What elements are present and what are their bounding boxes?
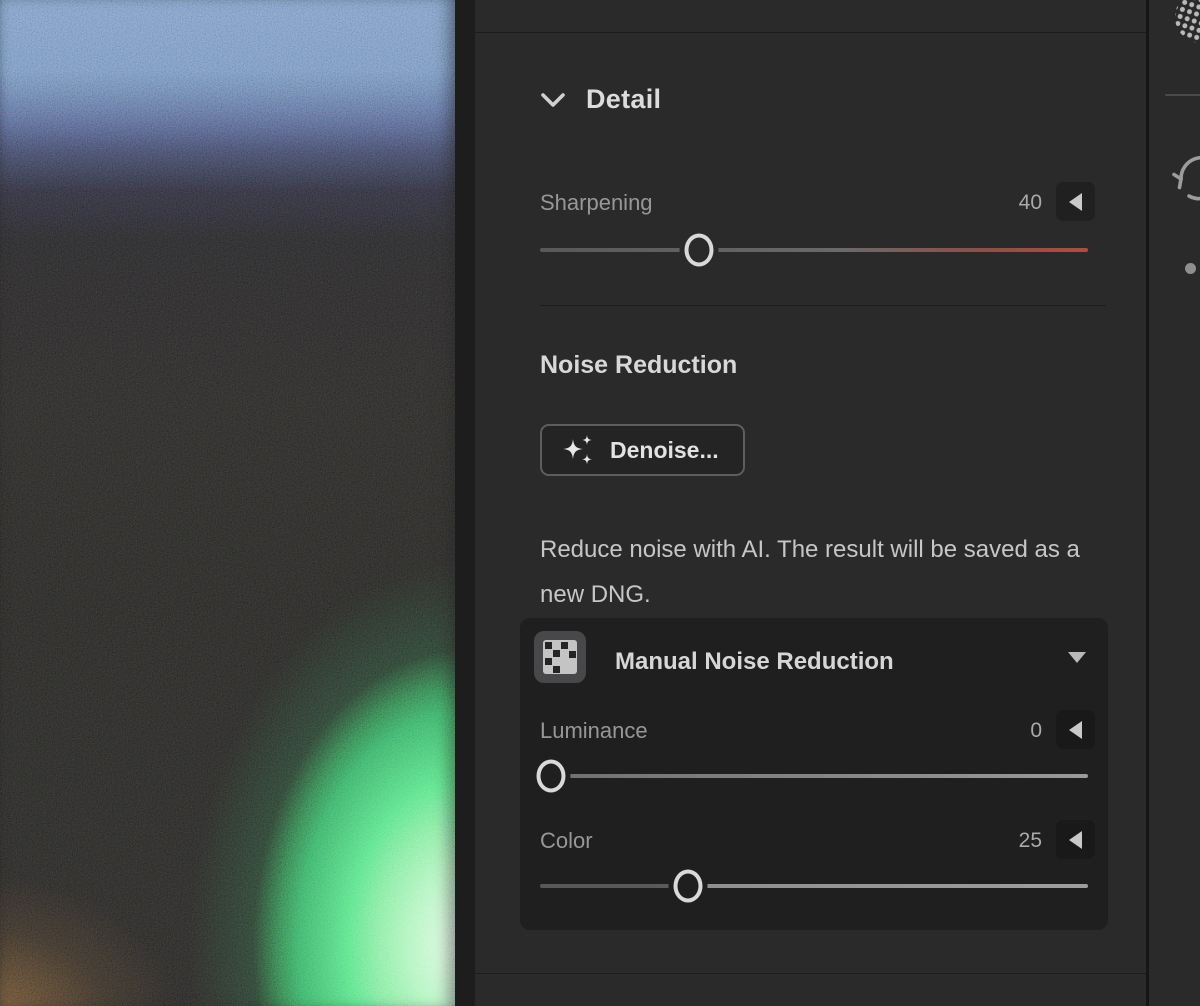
photo-canvas[interactable]: [0, 0, 455, 1006]
detail-header[interactable]: Detail: [540, 84, 661, 115]
slider-track[interactable]: [540, 884, 1088, 888]
luminance-label: Luminance: [540, 718, 648, 744]
toolbar-dot-icon[interactable]: [1185, 263, 1196, 274]
noise-reduction-title: Noise Reduction: [540, 351, 737, 380]
luminance-slider[interactable]: [540, 761, 1088, 791]
slider-track[interactable]: [540, 248, 1088, 252]
denoise-description: Reduce noise with AI. The result will be…: [540, 527, 1105, 617]
slider-track[interactable]: [540, 774, 1088, 778]
manual-noise-reduction-toggle[interactable]: [534, 631, 586, 683]
chevron-down-icon: [540, 92, 566, 108]
undo-rotate-icon[interactable]: [1171, 148, 1200, 206]
manual-noise-reduction-title: Manual Noise Reduction: [615, 648, 894, 676]
halftone-sphere-icon[interactable]: [1171, 0, 1200, 47]
triangle-left-icon: [1069, 193, 1082, 211]
color-slider[interactable]: [540, 871, 1088, 901]
sharpening-label: Sharpening: [540, 190, 653, 216]
panel-gutter: [455, 0, 477, 1006]
slider-handle[interactable]: [673, 870, 702, 903]
color-label: Color: [540, 828, 593, 854]
luminance-expand-button[interactable]: [1056, 710, 1095, 749]
noise-checker-icon: [534, 631, 586, 683]
color-value: 25: [982, 829, 1042, 853]
panel-title: Detail: [586, 84, 661, 115]
ai-sparkles-icon: [558, 434, 596, 466]
photo-grain-overlay: [0, 0, 455, 1006]
slider-handle[interactable]: [684, 234, 713, 267]
right-toolbar: [1149, 0, 1200, 1006]
section-divider: [540, 305, 1106, 306]
slider-handle[interactable]: [536, 760, 565, 793]
lightroom-edit-view: Detail Sharpening 40 Noise Reduction Den…: [0, 0, 1200, 1006]
collapse-caret-icon[interactable]: [1068, 652, 1086, 663]
luminance-value: 0: [982, 719, 1042, 743]
section-divider: [475, 973, 1146, 974]
manual-noise-reduction-card: Manual Noise Reduction Luminance 0 Color…: [520, 618, 1108, 930]
detail-panel: Detail Sharpening 40 Noise Reduction Den…: [475, 0, 1146, 1006]
color-expand-button[interactable]: [1056, 820, 1095, 859]
sharpening-slider[interactable]: [540, 235, 1088, 265]
toolbar-divider: [1165, 94, 1200, 96]
denoise-button-label: Denoise...: [610, 437, 719, 464]
sharpening-value: 40: [982, 191, 1042, 215]
section-divider: [475, 32, 1146, 33]
denoise-button[interactable]: Denoise...: [540, 424, 745, 476]
triangle-left-icon: [1069, 721, 1082, 739]
triangle-left-icon: [1069, 831, 1082, 849]
sharpening-expand-button[interactable]: [1056, 182, 1095, 221]
